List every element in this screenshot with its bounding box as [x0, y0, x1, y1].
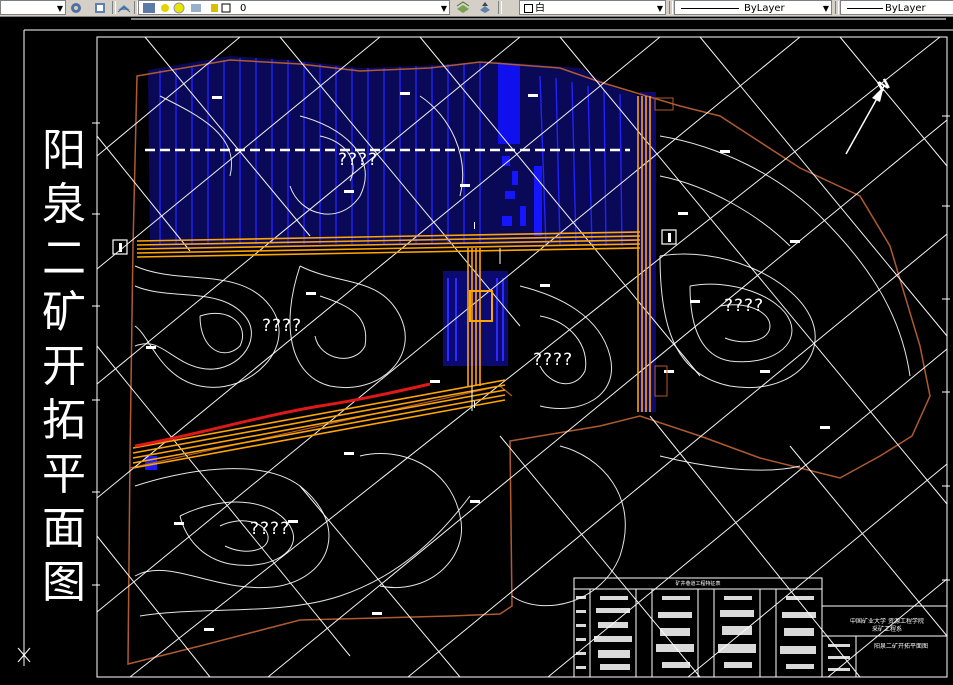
lineweight-sample [847, 8, 883, 9]
title-char: 矿 [42, 287, 86, 338]
title-char: 拓 [42, 395, 86, 446]
layer-manager-icon[interactable] [68, 0, 84, 15]
title-char: 泉 [42, 179, 86, 230]
title-char: 开 [42, 341, 86, 392]
layer-state-combo[interactable]: ▼ [0, 0, 66, 15]
chevron-down-icon: ▼ [440, 4, 447, 13]
layer-previous-icon[interactable] [116, 0, 132, 15]
lineweight-name: ByLayer [885, 3, 926, 14]
title-block-school: 中国矿业大学 资源工程学院 [850, 618, 924, 625]
unknown-label: ???? [262, 316, 303, 336]
section-mark: I [473, 221, 476, 232]
unknown-label: ???? [250, 519, 291, 539]
unknown-label: ???? [533, 350, 574, 370]
layer-name: 0 [240, 3, 247, 14]
linetype-name: ByLayer [744, 3, 785, 14]
unknown-label: ???? [338, 150, 379, 170]
title-char: 图 [42, 557, 86, 608]
title-char: 二 [42, 233, 86, 284]
make-object-layer-current-icon[interactable] [455, 0, 471, 15]
lineweight-combo[interactable]: ByLayer [840, 0, 953, 15]
drawing-canvas[interactable]: 阳 泉 二 矿 开 拓 平 面 图 ???? ???? ???? ???? ??… [0, 16, 953, 681]
goaf-block [498, 64, 520, 144]
layer-states-icon[interactable] [477, 0, 493, 15]
chevron-down-icon: ▼ [656, 4, 663, 13]
title-block-name: 阳泉二矿开拓平面图 [873, 643, 928, 650]
table-header: 矿井巷道工程特征表 [675, 581, 721, 587]
color-control-icon [502, 0, 518, 15]
color-name: 白 [535, 3, 545, 14]
color-combo[interactable]: 白 ▼ [519, 0, 666, 15]
linetype-combo[interactable]: ByLayer ▼ [674, 0, 832, 15]
title-char: 阳 [42, 125, 86, 176]
layer-state-icons [143, 2, 231, 14]
properties-toolbar: ▼ 0 ▼ 白 ▼ ByLayer ▼ ByLayer [0, 0, 953, 17]
title-block-dept: 采矿工程系 [871, 626, 902, 633]
title-char: 面 [42, 503, 86, 554]
unknown-label: ???? [724, 296, 765, 316]
color-swatch [524, 4, 533, 13]
red-roadway [134, 382, 431, 448]
linetype-sample [681, 8, 739, 9]
title-char: 平 [42, 449, 86, 500]
layer-combo[interactable]: 0 ▼ [138, 0, 450, 15]
chevron-down-icon: ▼ [56, 4, 63, 13]
drawing-title: 阳 泉 二 矿 开 拓 平 面 图 [28, 124, 100, 610]
section-mark: I [473, 400, 476, 411]
chevron-down-icon: ▼ [822, 4, 829, 13]
goaf-area [148, 56, 640, 248]
make-current-icon[interactable] [92, 0, 108, 15]
